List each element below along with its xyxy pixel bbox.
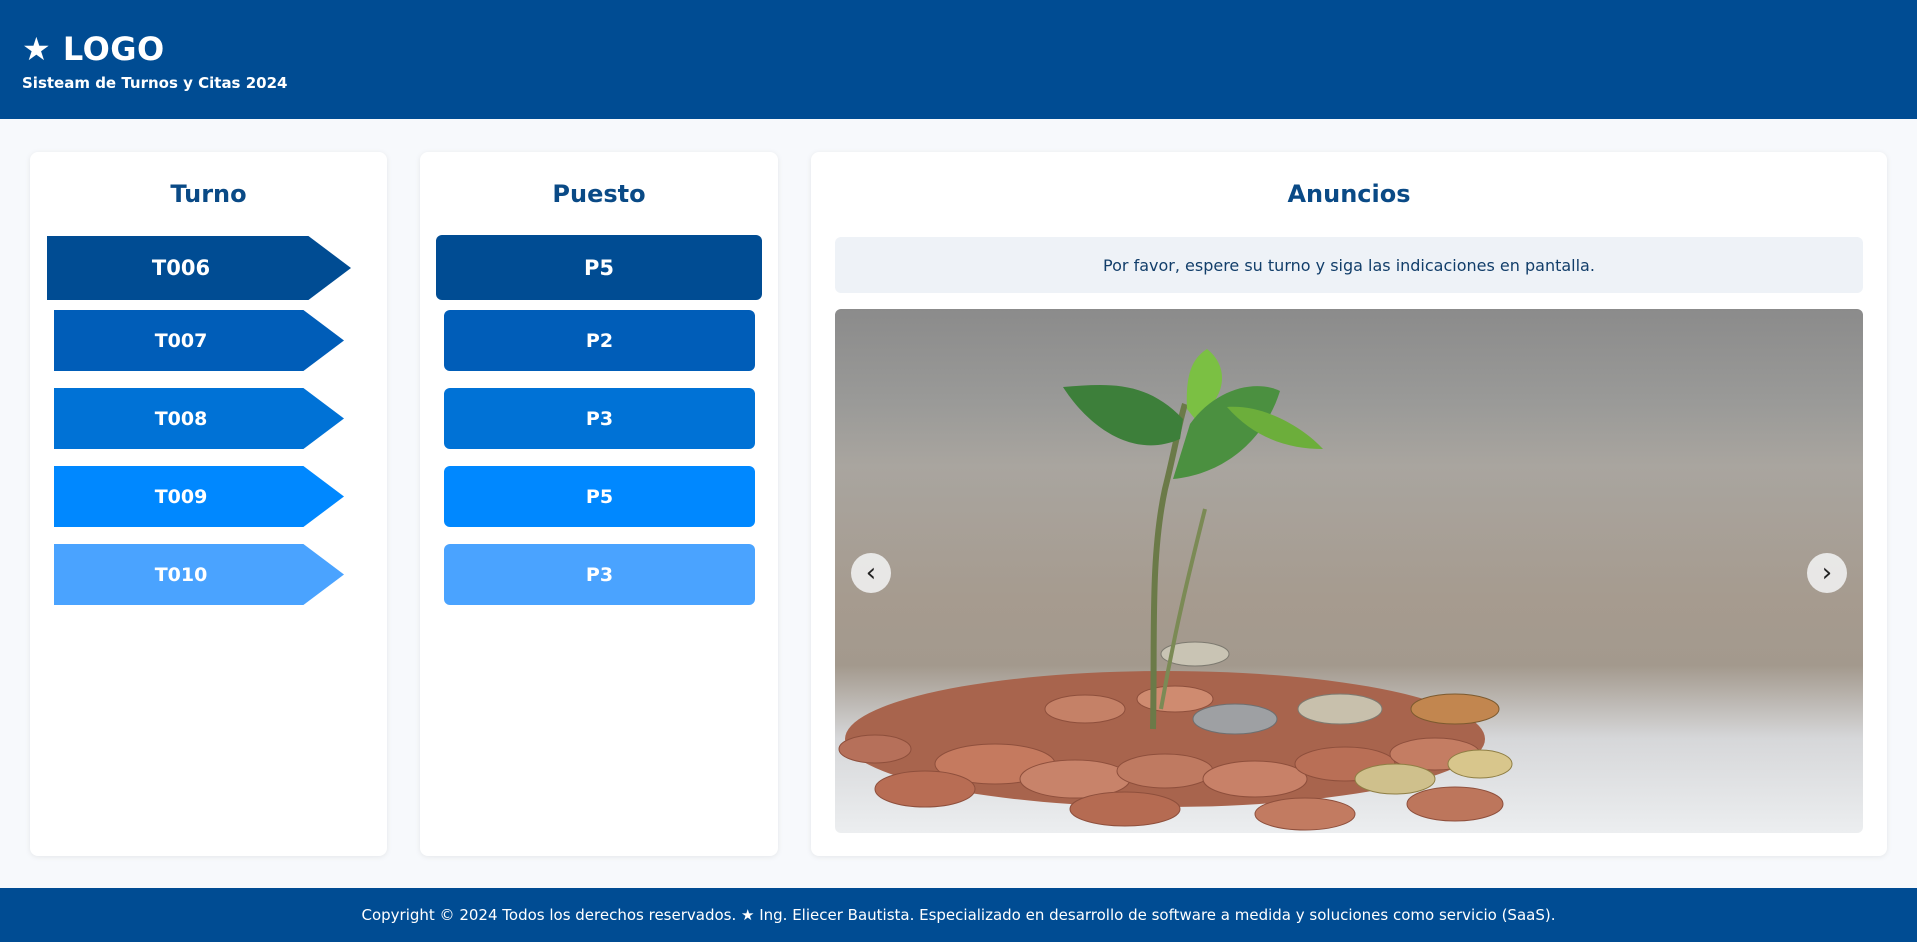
turno-label: T007 (154, 329, 208, 352)
turno-item: T008 (54, 388, 344, 449)
carousel-next-button[interactable]: › (1807, 553, 1847, 593)
footer-copyright: Copyright © 2024 Todos los derechos rese… (361, 906, 1556, 924)
turno-item: T007 (54, 310, 344, 371)
puesto-item: P3 (444, 388, 755, 449)
carousel-image (838, 349, 1513, 831)
turno-item: T009 (54, 466, 344, 527)
turno-label: T010 (154, 563, 208, 586)
turno-label: T008 (154, 407, 208, 430)
puesto-panel: Puesto P5 P2 P3 P5 P3 (420, 152, 778, 856)
puesto-item: P3 (444, 544, 755, 605)
turno-label: T006 (151, 256, 211, 280)
puesto-item-current: P5 (436, 235, 762, 300)
turno-item: T010 (54, 544, 344, 605)
puesto-title: Puesto (552, 180, 646, 208)
logo: ★ LOGO (22, 30, 165, 68)
app-subtitle: Sisteam de Turnos y Citas 2024 (22, 74, 288, 92)
turno-label: T009 (154, 485, 208, 508)
turno-item-current: T006 (47, 236, 351, 300)
puesto-item: P5 (444, 466, 755, 527)
header: ★ LOGO Sisteam de Turnos y Citas 2024 (0, 0, 1917, 119)
coins-illustration (838, 641, 1513, 831)
turno-title: Turno (170, 180, 247, 208)
anuncios-panel: Anuncios Por favor, espere su turno y si… (811, 152, 1887, 856)
anuncios-title: Anuncios (1287, 180, 1411, 208)
turno-panel: Turno T006 T007 T008 T009 T010 (30, 152, 387, 856)
announcement-carousel: ‹ › (835, 309, 1863, 833)
announcement-message: Por favor, espere su turno y siga las in… (835, 237, 1863, 293)
footer: Copyright © 2024 Todos los derechos rese… (0, 888, 1917, 942)
puesto-item: P2 (444, 310, 755, 371)
carousel-prev-button[interactable]: ‹ (851, 553, 891, 593)
